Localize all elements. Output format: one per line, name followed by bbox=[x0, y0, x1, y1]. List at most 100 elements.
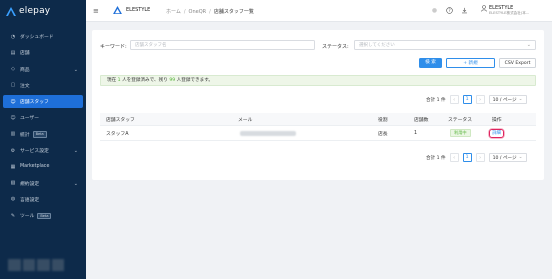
csv-export-button[interactable]: CSV Export bbox=[499, 58, 536, 68]
app-switcher[interactable]: ELESTYLE bbox=[113, 6, 150, 14]
col-email: メール bbox=[238, 117, 253, 123]
col-store-count: 店舗数 bbox=[414, 117, 429, 123]
notification-icon[interactable]: ● bbox=[431, 7, 438, 14]
status-select[interactable]: 選択してください ⌄ bbox=[354, 40, 536, 50]
sidebar-item-user[interactable]: ☺ 店舗スタッフ bbox=[3, 95, 83, 109]
chevron-down-icon: ⌄ bbox=[518, 155, 523, 160]
sidebar-item-bag[interactable]: ▢ 注文 bbox=[0, 79, 86, 92]
chevron-down-icon: ⌄ bbox=[73, 180, 78, 187]
keyword-label: キーワード: bbox=[100, 44, 127, 50]
elepay-logo-icon bbox=[6, 6, 16, 16]
user-icon: ☺ bbox=[10, 98, 16, 105]
registered-count: 1 bbox=[117, 78, 121, 83]
status-badge: 利用中 bbox=[450, 129, 471, 137]
beta-badge: Beta bbox=[32, 131, 47, 138]
remaining-count: 99 bbox=[169, 78, 176, 83]
beta-badge: Beta bbox=[37, 212, 52, 220]
sidebar-item-label: 店舗 bbox=[20, 51, 30, 57]
top-header: ≡ ELESTYLE ホーム / OneQR / 店舗スタッフ一覧 ● ? ELESTY… bbox=[86, 0, 552, 22]
next-page-icon[interactable]: › bbox=[475, 95, 485, 104]
menu-toggle-icon[interactable]: ≡ bbox=[93, 8, 99, 15]
sidebar-item-globe[interactable]: ◍ 言語設定 bbox=[0, 193, 86, 206]
wrench-icon: ✎ bbox=[10, 212, 16, 219]
keyword-input[interactable]: 店舗スタッフ名 bbox=[130, 40, 315, 50]
sidebar-item-label: 店舗スタッフ bbox=[20, 100, 49, 106]
document-icon: ▧ bbox=[10, 180, 16, 187]
sidebar-item-label: 言語設定 bbox=[20, 197, 40, 203]
chart-icon: ▥ bbox=[10, 131, 16, 138]
store-icon: ▤ bbox=[10, 49, 16, 56]
sidebar-item-store[interactable]: ▤ 店舗 bbox=[0, 46, 86, 59]
header-icons: ● ? bbox=[431, 7, 468, 14]
table-row: スタッフA 店長 1 利用中 詳細 bbox=[100, 126, 536, 141]
prev-page-icon[interactable]: ‹ bbox=[449, 153, 459, 162]
col-status: ステータス bbox=[448, 117, 472, 123]
svg-text:?: ? bbox=[448, 8, 450, 13]
staff-quota-notice: 現在 1 人を登録済みで、残り 99 人登録できます。 bbox=[100, 75, 536, 86]
sidebar-item-label: Marketplace bbox=[20, 164, 50, 170]
prev-page-icon[interactable]: ‹ bbox=[449, 95, 459, 104]
sidebar-item-label: 規約設定 bbox=[20, 181, 40, 187]
sidebar-item-document[interactable]: ▧ 規約設定 ⌄ bbox=[0, 177, 86, 190]
grid-icon: ▦ bbox=[10, 163, 16, 170]
col-staff: 店舗スタッフ bbox=[106, 117, 135, 123]
total-count: 合計 1 件 bbox=[426, 155, 446, 161]
sidebar: elepay ◔ ダッシュボード ▤ 店舗 ◇ 商品 ⌄ ▢ 注文 ☺ 店舗スタッフ ☺ ユーザー ▥ 統計… bbox=[0, 0, 86, 279]
chevron-down-icon: ⌄ bbox=[73, 148, 78, 155]
chevron-down-icon: ⌄ bbox=[73, 66, 78, 73]
add-staff-button[interactable]: + 新規 bbox=[446, 58, 495, 68]
app-name: ELESTYLE bbox=[126, 7, 151, 13]
sidebar-item-chart[interactable]: ▥ 統計 Beta bbox=[0, 128, 86, 141]
sidebar-item-grid[interactable]: ▦ Marketplace bbox=[0, 160, 86, 173]
page-number-button[interactable]: 1 bbox=[462, 153, 472, 162]
sidebar-item-label: 注文 bbox=[20, 83, 30, 89]
brand-logo[interactable]: elepay bbox=[0, 0, 86, 22]
col-actions: 操作 bbox=[492, 117, 502, 123]
globe-icon: ◍ bbox=[10, 196, 16, 203]
user-icon bbox=[481, 5, 487, 12]
download-icon[interactable] bbox=[461, 7, 468, 14]
chevron-down-icon: ⌄ bbox=[518, 97, 523, 102]
staff-store-count: 1 bbox=[414, 130, 418, 136]
status-label: ステータス: bbox=[322, 44, 349, 50]
user-company: ELESTYLE株式会社(本... bbox=[489, 11, 530, 15]
staff-table: 店舗スタッフ メール 役割 店舗数 ステータス 操作 スタッフA 店長 1 利用… bbox=[100, 113, 536, 141]
page-number-button[interactable]: 1 bbox=[462, 95, 472, 104]
page-size-select[interactable]: 10 / ページ ⌄ bbox=[488, 95, 527, 104]
breadcrumb-oneqr[interactable]: OneQR bbox=[189, 9, 207, 15]
breadcrumb-home[interactable]: ホーム bbox=[166, 9, 181, 15]
brand-name: elepay bbox=[19, 6, 51, 16]
breadcrumb-current: 店舗スタッフ一覧 bbox=[213, 9, 254, 15]
col-role: 役割 bbox=[378, 117, 388, 123]
sidebar-item-label: 商品 bbox=[20, 67, 30, 73]
chevron-down-icon: ⌄ bbox=[526, 42, 531, 48]
sidebar-item-users[interactable]: ☺ ユーザー bbox=[0, 111, 86, 124]
user-menu[interactable]: ELESTYLE ELESTYLE株式会社(本... bbox=[481, 5, 529, 16]
sidebar-footer-redacted bbox=[8, 259, 64, 271]
total-count: 合計 1 件 bbox=[426, 97, 446, 103]
sidebar-item-label: ダッシュボード bbox=[20, 35, 54, 40]
staff-role: 店長 bbox=[378, 131, 388, 137]
page-size-select[interactable]: 10 / ページ ⌄ bbox=[488, 153, 527, 162]
gear-icon: ⚙ bbox=[10, 147, 16, 154]
dashboard-icon: ◔ bbox=[10, 33, 16, 40]
breadcrumb: ホーム / OneQR / 店舗スタッフ一覧 bbox=[166, 9, 254, 15]
tag-icon: ◇ bbox=[11, 66, 15, 73]
detail-button[interactable]: 詳細 bbox=[489, 128, 504, 138]
sidebar-item-label: ユーザー bbox=[20, 116, 40, 122]
search-button[interactable]: 検 索 bbox=[419, 58, 442, 68]
sidebar-item-tag[interactable]: ◇ 商品 ⌄ bbox=[0, 63, 86, 76]
sidebar-item-dashboard[interactable]: ◔ ダッシュボード bbox=[0, 30, 86, 43]
staff-name: スタッフA bbox=[106, 131, 129, 137]
help-icon[interactable]: ? bbox=[446, 7, 453, 14]
next-page-icon[interactable]: › bbox=[475, 153, 485, 162]
users-icon: ☺ bbox=[10, 114, 16, 121]
sidebar-nav: ◔ ダッシュボード ▤ 店舗 ◇ 商品 ⌄ ▢ 注文 ☺ 店舗スタッフ ☺ ユーザー ▥ 統計 Beta ⚙ サー… bbox=[0, 30, 86, 222]
sidebar-item-wrench[interactable]: ✎ ツール Beta bbox=[0, 209, 86, 222]
sidebar-item-label: 統計 bbox=[20, 132, 30, 138]
sidebar-item-label: サービス設定 bbox=[20, 149, 49, 155]
sidebar-item-gear[interactable]: ⚙ サービス設定 ⌄ bbox=[0, 144, 86, 157]
bag-icon: ▢ bbox=[10, 82, 16, 89]
status-select-placeholder: 選択してください bbox=[359, 43, 395, 48]
staff-email-redacted bbox=[240, 126, 296, 140]
